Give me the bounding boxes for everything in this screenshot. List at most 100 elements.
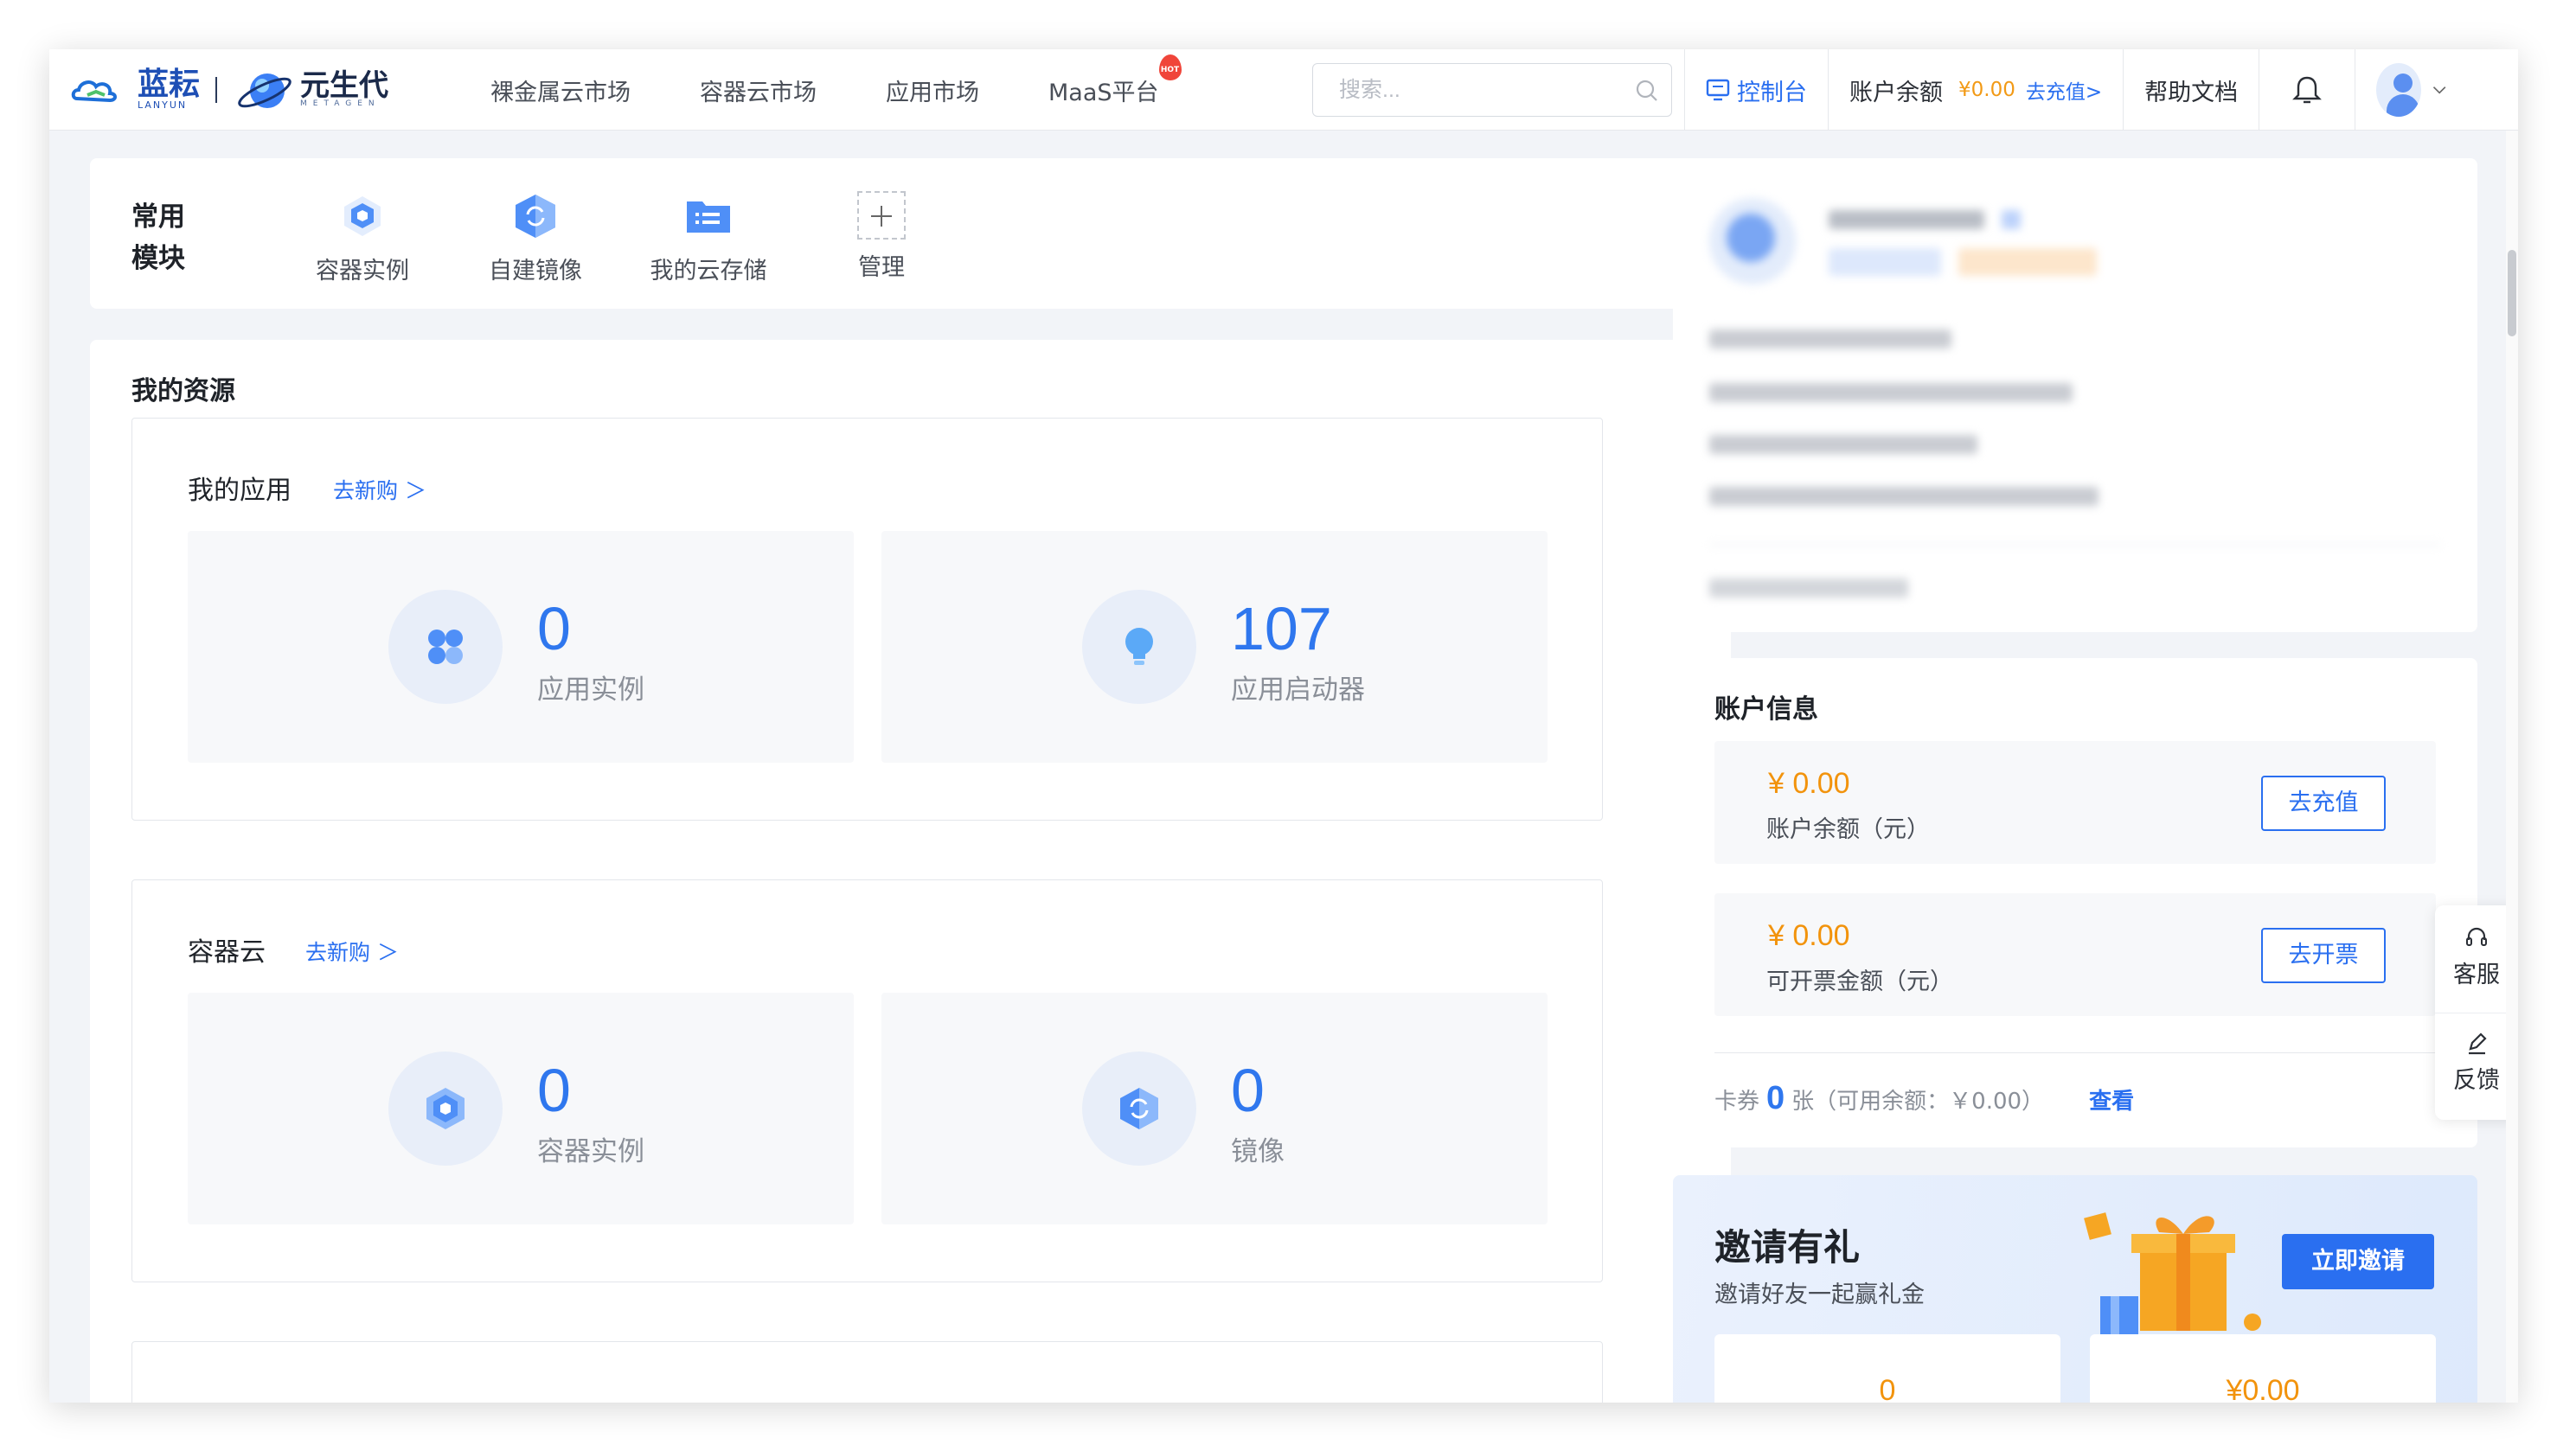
recharge-button[interactable]: 去充值 [2261,776,2386,831]
image-refresh-icon [516,195,555,238]
lanyun-logo-icon [71,80,117,103]
user-menu[interactable] [2355,49,2468,131]
top-right-actions: 控制台 账户余额 ¥0.00 去充值> 帮助文档 [1684,49,2468,131]
nav-maas-platform[interactable]: MaaS平台 HOT [1048,54,1182,107]
container-instance-label: 容器实例 [537,1136,644,1167]
quick-item-label: 自建镜像 [489,258,582,284]
nav-maas-label: MaaS平台 [1048,79,1159,106]
apps-buy-link[interactable]: 去新购 ＞ [333,474,426,505]
plus-icon [857,191,906,240]
container-buy-link[interactable]: 去新购 ＞ [305,936,399,967]
coupon-suffix: 张（可用余额：￥0.00） [1791,1089,2045,1115]
app-instance-tile[interactable]: 0 应用实例 [188,531,854,763]
console-label: 控制台 [1737,79,1807,106]
coupon-summary: 卡券 0 张（可用余额：￥0.00） 查看 [1714,1080,2134,1117]
app-instance-count: 0 [537,595,571,662]
invoice-row: ¥ 0.00 可开票金额（元） 去开票 [1714,893,2436,1016]
balance-row: ¥ 0.00 账户余额（元） 去充值 [1714,741,2436,864]
image-count: 0 [1231,1057,1265,1124]
invite-now-button[interactable]: 立即邀请 [2282,1234,2434,1289]
nav-container-market[interactable]: 容器云市场 [700,74,817,107]
quick-item-cloud-storage[interactable]: 我的云存储 [644,191,773,285]
user-profile-card [1673,158,2477,632]
quick-item-label: 管理 [858,254,905,281]
quick-modules-title: 常用 模块 [131,196,185,279]
search-box [1312,63,1672,117]
balance-amount: ¥ 0.00 [1768,767,1850,800]
help-docs-link[interactable]: 帮助文档 [2124,49,2259,131]
lightbulb-icon-circle [1082,590,1196,704]
app-launcher-tile[interactable]: 107 应用启动器 [881,531,1548,763]
cube-icon [426,1088,465,1129]
search-input[interactable] [1339,64,1624,116]
invoice-label: 可开票金额（元） [1766,968,1953,995]
my-apps-section: 我的应用 去新购 ＞ 0 应用实例 107 应用启动器 [131,418,1603,821]
logo-separator [215,77,218,103]
image-tile[interactable]: 0 镜像 [881,993,1548,1224]
invite-subtitle: 邀请好友一起赢礼金 [1714,1282,1925,1308]
avatar [2376,63,2421,117]
app-window: 蓝耘 LANYUN 元生代 METAGEN 裸金属云市场 容器云市场 应用市场 … [49,49,2518,1403]
monitor-icon [1706,79,1730,101]
customer-service-label: 客服 [2453,962,2500,988]
metagen-brand-sub: METAGEN [300,99,381,108]
balance-label: 账户余额（元） [1766,816,1930,843]
invoice-button[interactable]: 去开票 [2261,928,2386,983]
nav-app-market[interactable]: 应用市场 [886,74,979,107]
cube-icon-circle [388,1051,503,1166]
headset-icon [2466,927,2487,946]
top-navbar: 蓝耘 LANYUN 元生代 METAGEN 裸金属云市场 容器云市场 应用市场 … [49,49,2518,131]
quick-item-container-instance[interactable]: 容器实例 [298,191,427,285]
balance-label: 账户余额 [1849,79,1943,106]
quick-item-label: 我的云存储 [650,258,767,284]
app-grid-icon [428,630,463,664]
notification-button[interactable] [2259,49,2355,131]
app-instance-label: 应用实例 [537,674,644,706]
divider [1714,1052,2436,1053]
next-resource-section [131,1341,1603,1403]
image-refresh-icon [1120,1088,1158,1129]
invite-amount-value: ¥0.00 [2226,1374,2300,1403]
gift-icon [2084,1212,2261,1334]
account-info-card: 账户信息 ¥ 0.00 账户余额（元） 去充值 ¥ 0.00 可开票金额（元） … [1673,658,2477,1147]
edit-pen-icon [2469,1032,2487,1055]
quick-item-label: 容器实例 [316,258,409,284]
recharge-link[interactable]: 去充值> [2026,75,2102,105]
app-grid-icon-circle [388,590,503,704]
my-resources-title: 我的资源 [131,376,235,406]
metagen-logo-icon [238,74,292,108]
image-label: 镜像 [1231,1136,1285,1167]
quick-item-custom-image[interactable]: 自建镜像 [471,191,600,285]
chevron-down-icon [2432,86,2446,94]
main-nav: 裸金属云市场 容器云市场 应用市场 MaaS平台 HOT [490,49,1228,131]
bell-icon [2292,76,2323,104]
quick-modules-title-line1: 常用 [131,201,185,233]
balance-value: ¥0.00 [1958,79,2015,101]
quick-item-manage[interactable]: 管理 [817,191,946,282]
coupon-view-link[interactable]: 查看 [2089,1089,2134,1115]
app-launcher-count: 107 [1231,595,1332,662]
console-link[interactable]: 控制台 [1685,49,1828,131]
scrollbar-thumb[interactable] [2508,250,2516,336]
page-scrollbar[interactable] [2506,131,2518,1403]
invite-title: 邀请有礼 [1714,1226,1861,1269]
container-instance-count: 0 [537,1057,571,1124]
container-instance-tile[interactable]: 0 容器实例 [188,993,854,1224]
coupon-count: 0 [1766,1080,1785,1116]
logo[interactable]: 蓝耘 LANYUN 元生代 METAGEN [70,61,388,118]
app-launcher-label: 应用启动器 [1231,674,1365,706]
my-apps-title: 我的应用 [188,476,292,506]
container-cloud-section: 容器云 去新购 ＞ 0 容器实例 0 镜像 [131,879,1603,1282]
invite-stat-amount: ¥0.00 [2090,1334,2436,1403]
cube-icon [344,196,381,236]
invite-card: 邀请有礼 邀请好友一起赢礼金 立即邀请 0 ¥0.00 [1673,1175,2477,1403]
feedback-label: 反馈 [2453,1067,2500,1094]
nav-bare-metal-market[interactable]: 裸金属云市场 [490,74,631,107]
search-icon[interactable] [1635,79,1659,103]
invite-stat-count: 0 [1714,1334,2060,1403]
balance-area: 账户余额 ¥0.00 去充值> [1829,49,2123,131]
folder-list-icon [687,201,730,233]
my-resources-card: 我的资源 我的应用 去新购 ＞ 0 应用实例 107 应用启动器 容器云 去新购… [90,340,1731,1403]
invite-count-value: 0 [1879,1374,1896,1403]
lanyun-brand-text: 蓝耘 [138,66,201,102]
